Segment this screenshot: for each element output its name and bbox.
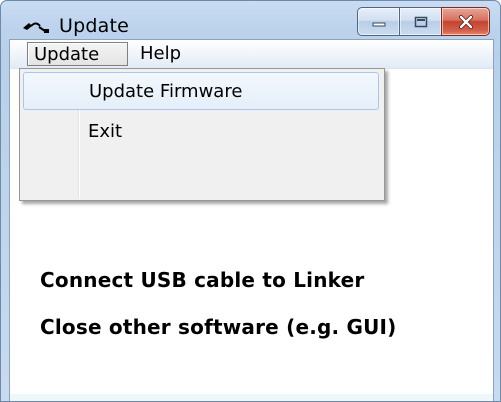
window-title: Update [59,15,130,37]
maximize-icon [414,16,427,27]
caption-buttons [357,7,490,36]
usb-cable-icon [23,22,49,33]
minimize-icon [372,22,385,26]
menu-bar: Update Help [10,40,493,69]
maximize-button[interactable] [399,7,441,36]
update-window: Update Update Help Connect USB cable to … [0,0,501,402]
close-icon [458,14,473,29]
menu-help[interactable]: Help [134,42,187,66]
update-menu-dropdown: Update Firmware Exit [19,68,385,201]
menu-update[interactable]: Update [27,42,128,66]
instruction-connect-usb: Connect USB cable to Linker [40,268,365,292]
bottom-strip [10,394,493,401]
menu-item-update-firmware[interactable]: Update Firmware [23,72,379,110]
instruction-close-software: Close other software (e.g. GUI) [40,315,397,339]
minimize-button[interactable] [357,7,399,36]
close-button[interactable] [441,7,490,36]
menu-item-exit[interactable]: Exit [23,113,379,151]
